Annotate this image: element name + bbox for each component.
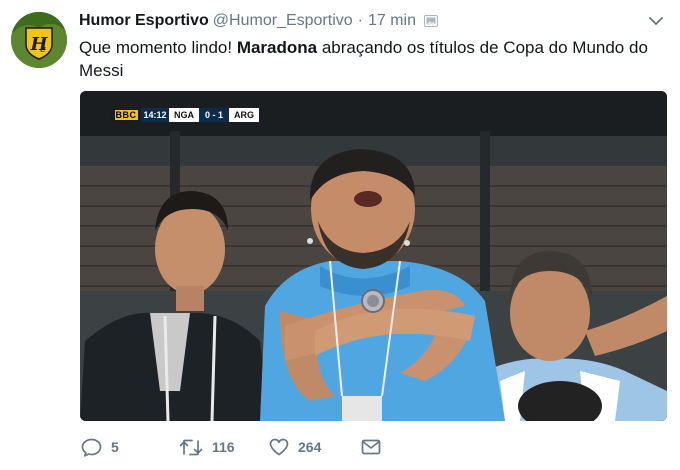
match-score: 0 - 1 — [199, 108, 229, 122]
retweet-button[interactable]: 116 — [179, 439, 269, 456]
scorebug: BBC 14:12 NGA 0 - 1 ARG — [111, 108, 259, 122]
timestamp[interactable]: 17 min — [368, 12, 416, 30]
separator: · — [357, 12, 363, 29]
tweet-header: Humor Esportivo @Humor_Esportivo · 17 mi… — [79, 12, 438, 32]
retweet-icon — [179, 439, 203, 456]
tweet-photo[interactable]: BBC 14:12 NGA 0 - 1 ARG — [80, 91, 667, 421]
tweet-actions: 5 116 264 — [81, 436, 381, 458]
like-count: 264 — [298, 439, 322, 455]
direct-message-button[interactable] — [361, 439, 381, 455]
retweet-count: 116 — [212, 439, 235, 455]
heart-icon — [269, 438, 289, 456]
reply-count: 5 — [111, 439, 119, 455]
reply-icon — [81, 438, 102, 457]
stadium-photo — [80, 91, 667, 421]
bbc-logo: BBC — [111, 108, 141, 122]
tweet-text-mention: Maradona — [236, 38, 318, 57]
reply-button[interactable]: 5 — [81, 438, 179, 457]
svg-text:e: e — [40, 44, 46, 55]
humor-esportivo-logo: H e — [11, 12, 67, 68]
tweet-text-before: Que momento lindo! — [79, 38, 237, 57]
avatar[interactable]: H e — [11, 12, 67, 68]
envelope-icon — [361, 439, 381, 455]
like-button[interactable]: 264 — [269, 438, 361, 456]
home-team: NGA — [169, 108, 199, 122]
media-attachment-icon — [424, 14, 438, 32]
tweet-text: Que momento lindo! Maradona abraçando os… — [79, 36, 664, 82]
author-name[interactable]: Humor Esportivo — [79, 12, 209, 30]
author-username[interactable]: @Humor_Esportivo — [213, 12, 353, 30]
away-team: ARG — [229, 108, 259, 122]
match-clock: 14:12 — [141, 108, 169, 122]
tweet-card: H e Humor Esportivo @Humor_Esportivo · 1… — [0, 0, 680, 470]
chevron-down-icon[interactable] — [647, 14, 665, 28]
